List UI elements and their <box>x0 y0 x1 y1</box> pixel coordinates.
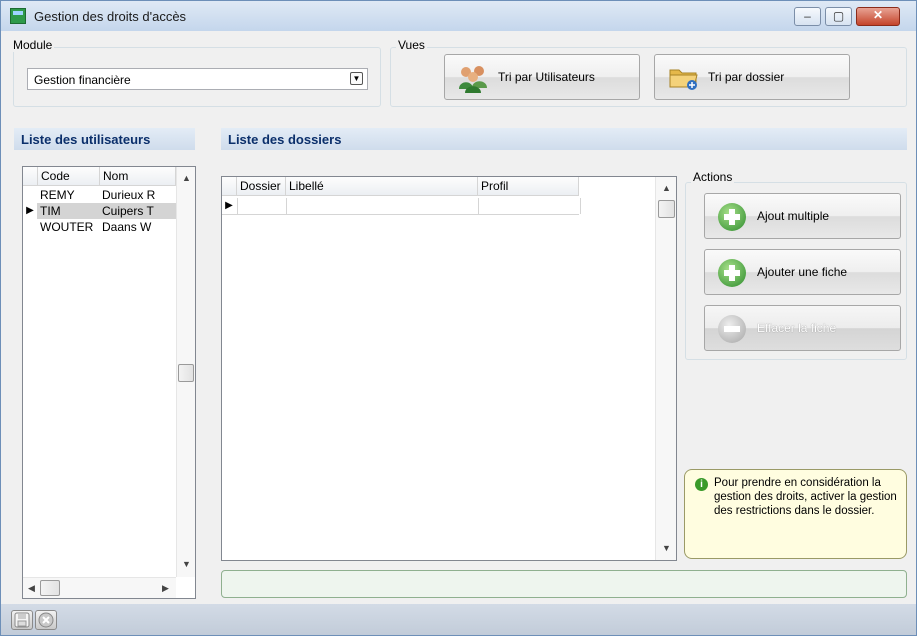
users-column-nom[interactable]: Nom <box>100 167 176 186</box>
dossiers-column-profil[interactable]: Profil <box>478 177 579 196</box>
scroll-left-icon[interactable]: ◀ <box>28 583 35 594</box>
minimize-icon: ‒ <box>804 9 811 23</box>
ajout-multiple-button[interactable]: Ajout multiple <box>704 193 901 239</box>
close-icon: ✕ <box>872 8 884 22</box>
scroll-right-icon[interactable]: ▶ <box>162 583 169 594</box>
minus-circle-icon <box>718 315 746 343</box>
module-label: Module <box>11 38 55 52</box>
users-vscroll-thumb[interactable] <box>178 364 194 382</box>
title-bar: Gestion des droits d'accès ‒ ▢ ✕ <box>1 1 916 31</box>
user-code-cell: TIM <box>40 204 61 218</box>
minimize-button[interactable]: ‒ <box>794 7 821 26</box>
user-code-cell: WOUTER <box>40 220 94 234</box>
chevron-down-icon[interactable]: ▼ <box>350 72 363 85</box>
scroll-down-icon[interactable]: ▼ <box>662 543 671 553</box>
users-group-icon <box>459 66 487 93</box>
module-selected-value: Gestion financière <box>34 73 131 87</box>
close-tool-button[interactable] <box>35 610 57 630</box>
maximize-button[interactable]: ▢ <box>825 7 852 26</box>
close-circle-icon <box>38 612 54 628</box>
user-nom-cell: Durieux R <box>102 188 156 202</box>
ajout-multiple-label: Ajout multiple <box>757 209 830 223</box>
users-column-code[interactable]: Code <box>38 167 100 186</box>
table-row[interactable]: ▶ <box>222 198 581 215</box>
profil-cell[interactable] <box>478 198 581 214</box>
users-list-header: Liste des utilisateurs <box>14 128 195 150</box>
current-row-icon: ▶ <box>225 200 233 211</box>
scroll-up-icon[interactable]: ▲ <box>662 183 671 193</box>
ajouter-fiche-label: Ajouter une fiche <box>757 265 848 279</box>
users-hscroll-thumb[interactable] <box>40 580 60 596</box>
ajouter-fiche-button[interactable]: Ajouter une fiche <box>704 249 901 295</box>
actions-label: Actions <box>691 170 735 184</box>
users-list-title: Liste des utilisateurs <box>21 132 151 147</box>
info-text: Pour prendre en considération la gestion… <box>714 477 897 517</box>
plus-circle-icon <box>718 259 746 287</box>
status-bar <box>221 570 907 598</box>
scroll-up-icon[interactable]: ▲ <box>182 173 191 183</box>
user-nom-cell: Daans W <box>102 220 152 234</box>
dossiers-column-libelle[interactable]: Libellé <box>286 177 478 196</box>
effacer-fiche-button[interactable]: Effacer la fiche <box>704 305 901 351</box>
dossiers-grid[interactable]: Dossier Libellé Profil ▶ ▲ ▼ <box>221 176 677 561</box>
dossiers-vertical-scrollbar[interactable]: ▲ ▼ <box>655 177 676 560</box>
main-window: Gestion des droits d'accès ‒ ▢ ✕ Module … <box>0 0 917 636</box>
folder-icon <box>669 69 698 90</box>
libelle-cell[interactable] <box>286 198 479 214</box>
sort-by-folder-button[interactable]: Tri par dossier <box>654 54 850 100</box>
table-row[interactable]: REMY Durieux R <box>23 187 195 203</box>
effacer-fiche-label: Effacer la fiche <box>757 321 837 335</box>
user-code-cell: REMY <box>40 188 75 202</box>
users-vertical-scrollbar[interactable]: ▲ ▼ <box>176 167 195 577</box>
users-grid-corner <box>23 167 38 186</box>
table-row[interactable]: ▶ TIM Cuipers T <box>23 203 176 219</box>
window-title: Gestion des droits d'accès <box>34 9 187 24</box>
maximize-icon: ▢ <box>832 9 845 23</box>
bottom-toolbar <box>1 604 916 635</box>
close-button[interactable]: ✕ <box>856 7 900 26</box>
info-icon: i <box>695 478 708 491</box>
plus-circle-icon <box>718 203 746 231</box>
dossiers-list-header: Liste des dossiers <box>221 128 907 150</box>
sort-by-folder-label: Tri par dossier <box>708 70 785 84</box>
dossiers-grid-corner <box>222 177 237 196</box>
dossier-cell[interactable] <box>237 198 287 214</box>
sort-by-users-button[interactable]: Tri par Utilisateurs <box>444 54 640 100</box>
save-icon <box>14 612 30 628</box>
selected-row-icon: ▶ <box>23 203 37 219</box>
dossiers-list-title: Liste des dossiers <box>228 132 342 147</box>
dossiers-vscroll-thumb[interactable] <box>658 200 675 218</box>
save-button[interactable] <box>11 610 33 630</box>
info-tooltip: i Pour prendre en considération la gesti… <box>684 469 907 559</box>
users-grid[interactable]: Code Nom REMY Durieux R ▶ TIM Cuipers T … <box>22 166 196 599</box>
scroll-down-icon[interactable]: ▼ <box>182 559 191 569</box>
app-icon <box>10 8 26 24</box>
dossiers-column-dossier[interactable]: Dossier <box>237 177 286 196</box>
module-select[interactable]: Gestion financière ▼ <box>27 68 368 90</box>
sort-by-users-label: Tri par Utilisateurs <box>498 70 595 84</box>
user-nom-cell: Cuipers T <box>102 204 154 218</box>
table-row[interactable]: WOUTER Daans W <box>23 219 195 235</box>
vues-label: Vues <box>396 38 427 52</box>
users-horizontal-scrollbar[interactable]: ◀ ▶ <box>23 577 176 598</box>
